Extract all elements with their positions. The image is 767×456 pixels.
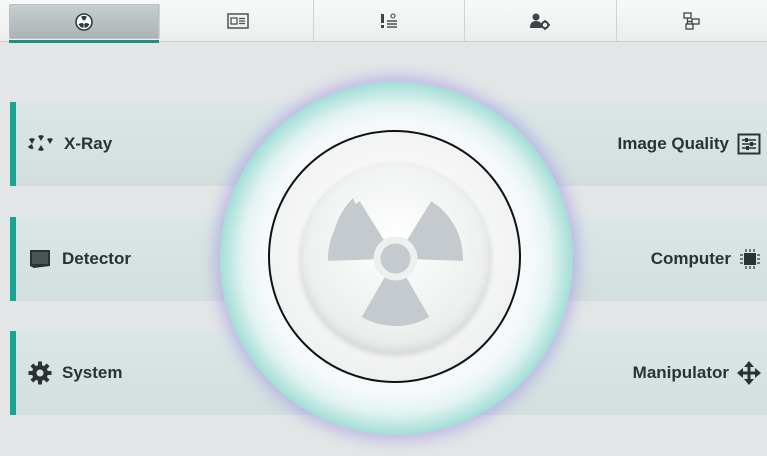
top-tab-bar bbox=[0, 0, 767, 43]
tab-radiation[interactable] bbox=[9, 4, 161, 43]
radiation-icon bbox=[75, 12, 94, 31]
gear-icon bbox=[28, 361, 52, 385]
radiation-trefoil-icon bbox=[328, 198, 463, 326]
alert-list-icon bbox=[381, 12, 398, 28]
tab-display[interactable] bbox=[162, 0, 314, 41]
image-quality-icon bbox=[737, 133, 761, 155]
system-label: System bbox=[62, 363, 123, 382]
manipulator-label: Manipulator bbox=[632, 363, 729, 382]
radiation-button[interactable] bbox=[300, 163, 491, 354]
tab-network[interactable] bbox=[617, 0, 767, 41]
image-quality-label: Image Quality bbox=[617, 134, 729, 153]
tab-alerts[interactable] bbox=[314, 0, 466, 41]
network-icon bbox=[683, 11, 700, 30]
computer-label: Computer bbox=[650, 249, 731, 268]
user-settings-icon bbox=[530, 13, 551, 30]
tab-user-settings[interactable] bbox=[465, 0, 617, 41]
xray-label: X-Ray bbox=[64, 134, 113, 153]
display-list-icon bbox=[226, 12, 249, 29]
chip-icon bbox=[740, 249, 760, 269]
detector-label: Detector bbox=[62, 249, 131, 268]
detector-icon bbox=[30, 250, 50, 268]
xray-icon bbox=[28, 135, 53, 151]
move-arrows-icon bbox=[737, 361, 761, 385]
